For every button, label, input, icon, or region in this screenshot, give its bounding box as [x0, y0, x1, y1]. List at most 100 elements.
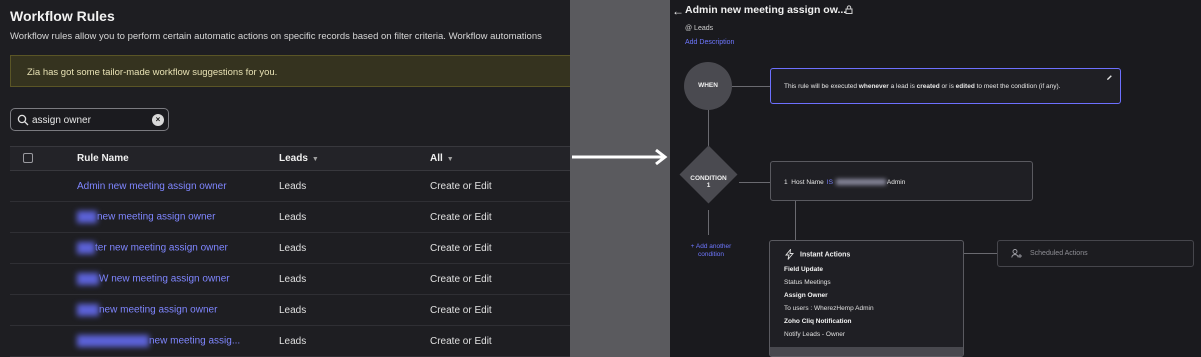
rule-name-link[interactable]: Admin new meeting assign owner: [77, 170, 279, 202]
action-line: To users : WherezHemp Admin: [784, 305, 874, 312]
flow-connector: [964, 253, 997, 254]
rule-name-link[interactable]: new meeting assign owner: [77, 294, 279, 326]
select-all-cell: [10, 146, 77, 171]
action-line: Assign Owner: [784, 292, 828, 299]
criteria-operator: IS: [826, 179, 833, 186]
rule-trigger: Create or Edit: [430, 294, 570, 326]
search-input[interactable]: [32, 112, 142, 128]
table-row[interactable]: new meeting assign owner Leads Create or…: [10, 201, 570, 233]
lightning-icon: [785, 248, 794, 260]
flow-connector: [708, 210, 709, 235]
table-row[interactable]: Admin new meeting assign owner Leads Cre…: [10, 170, 570, 202]
flow-connector: [795, 201, 796, 241]
rule-name-text: W new meeting assign owner: [99, 273, 230, 285]
table-row[interactable]: new meeting assign owner Leads Create or…: [10, 294, 570, 326]
rule-trigger: Create or Edit: [430, 325, 570, 357]
row-select-cell: [10, 170, 77, 202]
rule-name-link[interactable]: ter new meeting assign owner: [77, 232, 279, 264]
module-filter-label: Leads: [279, 153, 308, 164]
table-row[interactable]: W new meeting assign owner Leads Create …: [10, 263, 570, 295]
rule-name-link[interactable]: W new meeting assign owner: [77, 263, 279, 295]
condition-node-label: CONDITION 1: [678, 175, 739, 189]
select-all-checkbox[interactable]: [23, 153, 33, 164]
when-text-part: This rule will be executed: [784, 83, 859, 90]
chevron-down-icon: ▼: [311, 156, 319, 163]
row-select-cell: [10, 294, 77, 326]
rule-name-text: ter new meeting assign owner: [95, 242, 228, 254]
row-select-cell: [10, 201, 77, 233]
when-condition-box[interactable]: This rule will be executed whenever a le…: [770, 68, 1121, 104]
column-header-module[interactable]: Leads ▼: [279, 146, 430, 171]
rule-module: Leads: [279, 232, 430, 264]
rule-name-link[interactable]: new meeting assig...: [77, 325, 279, 357]
instant-actions-header: Instant Actions: [784, 248, 851, 260]
when-text-part: or is: [939, 83, 956, 90]
when-text-bold: whenever: [858, 83, 889, 90]
column-header-trigger[interactable]: All ▼: [430, 146, 570, 171]
redacted-text: [77, 335, 149, 347]
table-row[interactable]: new meeting assig... Leads Create or Edi…: [10, 325, 570, 357]
close-icon[interactable]: ×: [152, 114, 164, 126]
action-line: Field Update: [784, 266, 824, 273]
arrow-right-icon: [572, 148, 668, 166]
rule-module: Leads: [279, 263, 430, 295]
zia-suggestion-banner[interactable]: Zia has got some tailor-made workflow su…: [10, 55, 570, 87]
redacted-text: [77, 304, 99, 316]
rule-title: Admin new meeting assign ow...: [685, 4, 847, 16]
row-select-cell: [10, 325, 77, 357]
rule-name-text: Admin new meeting assign owner: [77, 180, 227, 192]
rule-module: Leads: [279, 170, 430, 202]
rule-name-text: new meeting assig...: [149, 335, 241, 347]
clock-user-icon: [1011, 249, 1022, 258]
scheduled-actions-box[interactable]: Scheduled Actions: [997, 240, 1194, 267]
rule-name-text: new meeting assign owner: [97, 211, 216, 223]
trigger-filter-label: All: [430, 153, 443, 164]
add-description-link[interactable]: Add Description: [685, 39, 734, 46]
rule-trigger: Create or Edit: [430, 263, 570, 295]
divider-panel: [570, 0, 670, 357]
redacted-text: [77, 242, 95, 254]
rule-name-text: new meeting assign owner: [99, 304, 218, 316]
condition-number: 1: [706, 182, 711, 189]
action-line: Notify Leads - Owner: [784, 331, 846, 338]
rule-trigger: Create or Edit: [430, 170, 570, 202]
module-label: @ Leads: [685, 25, 714, 32]
scheduled-actions-title: Scheduled Actions: [1030, 250, 1088, 257]
action-line: Zoho Cliq Notification: [784, 318, 852, 325]
redacted-text: [77, 211, 97, 223]
row-select-cell: [10, 232, 77, 264]
action-line: Status Meetings: [784, 279, 831, 286]
redacted-text: [835, 179, 886, 186]
redacted-text: [77, 273, 99, 285]
column-header-rule-name[interactable]: Rule Name: [77, 146, 279, 171]
rule-module: Leads: [279, 325, 430, 357]
when-text-bold: created: [916, 83, 940, 90]
condition-box[interactable]: 1 Host Name IS Admin: [770, 161, 1033, 201]
when-node: WHEN: [684, 62, 732, 110]
when-text-part: a lead is: [888, 83, 917, 90]
when-text-bold: edited: [955, 83, 975, 90]
rules-table: Rule Name Leads ▼ All ▼ Admin new meeting …: [10, 146, 570, 357]
search-box[interactable]: ×: [10, 108, 169, 131]
condition-label-text: CONDITION: [690, 175, 727, 182]
rule-trigger: Create or Edit: [430, 201, 570, 233]
rule-module: Leads: [279, 294, 430, 326]
search-icon: [17, 114, 29, 126]
instant-actions-title: Instant Actions: [800, 251, 851, 259]
condition-criteria: 1 Host Name IS Admin: [784, 179, 905, 186]
instant-actions-box[interactable]: Instant Actions Field Update Status Meet…: [769, 240, 964, 357]
instant-actions-footer: [770, 347, 963, 356]
zia-banner-text: Zia has got some tailor-made workflow su…: [27, 67, 278, 78]
rule-name-link[interactable]: new meeting assign owner: [77, 201, 279, 233]
table-row[interactable]: ter new meeting assign owner Leads Creat…: [10, 232, 570, 264]
lock-icon[interactable]: [845, 5, 853, 14]
criteria-value: Admin: [886, 179, 906, 186]
arrow-left-icon[interactable]: ←: [672, 4, 684, 18]
rule-trigger: Create or Edit: [430, 232, 570, 264]
pencil-icon[interactable]: [1106, 74, 1113, 81]
rule-module: Leads: [279, 201, 430, 233]
when-text-part: to meet the condition (if any).: [974, 83, 1061, 90]
flow-connector: [739, 182, 770, 183]
add-condition-link[interactable]: + Add another condition: [684, 243, 738, 259]
when-description: This rule will be executed whenever a le…: [784, 83, 1060, 90]
